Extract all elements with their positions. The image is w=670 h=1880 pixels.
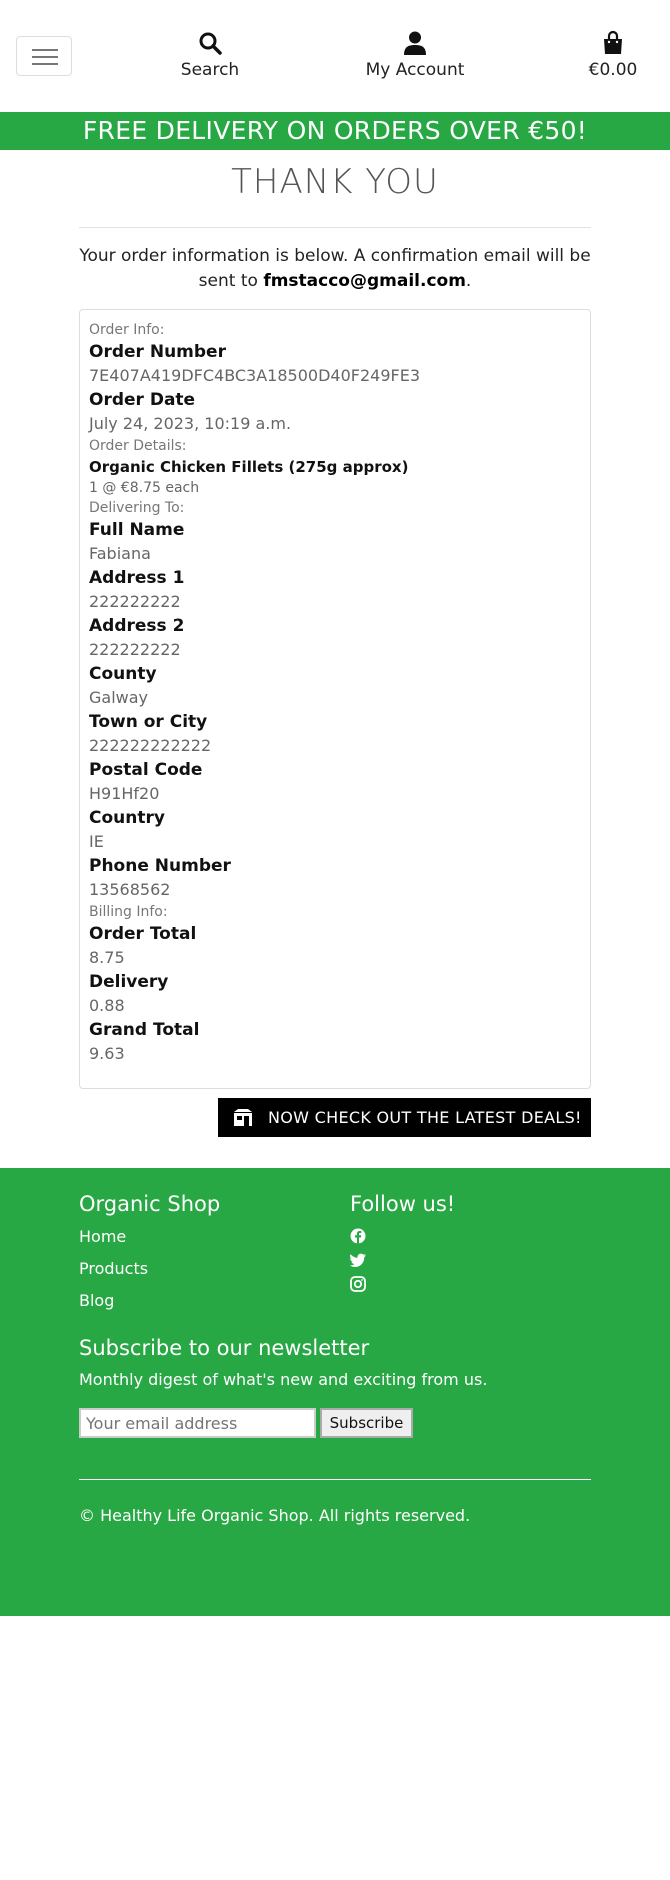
footer-brand: Organic Shop — [79, 1192, 221, 1216]
cart-link[interactable]: €0.00 — [580, 30, 646, 80]
follow-us-title: Follow us! — [350, 1192, 456, 1216]
phone-value: 13568562 — [89, 880, 171, 899]
delivery-label: Delivery — [89, 972, 169, 992]
hamburger-icon — [32, 49, 58, 51]
billing-info-heading: Billing Info: — [89, 904, 168, 920]
shop-icon — [234, 1109, 252, 1126]
county-label: County — [89, 664, 157, 684]
grand-total-value: 9.63 — [89, 1044, 125, 1063]
shopping-bag-icon — [604, 30, 622, 54]
country-label: Country — [89, 808, 165, 828]
footer-link-home[interactable]: Home — [79, 1227, 126, 1246]
search-icon — [199, 32, 222, 55]
page-title: THANK YOU — [231, 162, 439, 202]
full-name-value: Fabiana — [89, 544, 151, 563]
newsletter-description: Monthly digest of what's new and excitin… — [79, 1370, 488, 1389]
order-date-value: July 24, 2023, 10:19 a.m. — [89, 414, 292, 433]
subscribe-button[interactable]: Subscribe — [320, 1408, 413, 1438]
phone-label: Phone Number — [89, 856, 231, 876]
cart-total: €0.00 — [588, 60, 638, 80]
town-value: 222222222222 — [89, 736, 212, 755]
town-label: Town or City — [89, 712, 208, 732]
address2-label: Address 2 — [89, 616, 185, 636]
full-name-label: Full Name — [89, 520, 185, 540]
order-total-value: 8.75 — [89, 948, 125, 967]
search-label: Search — [180, 60, 240, 80]
delivering-to-heading: Delivering To: — [89, 500, 185, 516]
footer-link-products[interactable]: Products — [79, 1259, 148, 1278]
free-delivery-banner: FREE DELIVERY ON ORDERS OVER €50! — [0, 112, 670, 150]
county-value: Galway — [89, 688, 149, 707]
search-link[interactable]: Search — [170, 30, 250, 80]
order-date-label: Order Date — [89, 390, 196, 410]
country-value: IE — [89, 832, 104, 851]
postal-code-value: H91Hf20 — [89, 784, 160, 803]
address1-label: Address 1 — [89, 568, 185, 588]
order-info-heading: Order Info: — [89, 322, 165, 338]
newsletter-title: Subscribe to our newsletter — [79, 1336, 370, 1360]
order-number-value: 7E407A419DFC4BC3A18500D40F249FE3 — [89, 366, 420, 385]
order-number-label: Order Number — [89, 342, 226, 362]
latest-deals-button[interactable]: NOW CHECK OUT THE LATEST DEALS! — [218, 1098, 591, 1137]
order-item-quantity: 1 @ €8.75 each — [89, 480, 200, 496]
user-icon — [404, 31, 426, 55]
instagram-icon[interactable] — [350, 1276, 366, 1292]
my-account-label: My Account — [365, 60, 465, 80]
footer-divider — [79, 1479, 591, 1480]
copyright-text: © Healthy Life Organic Shop. All rights … — [79, 1506, 471, 1525]
my-account-link[interactable]: My Account — [355, 30, 475, 80]
postal-code-label: Postal Code — [89, 760, 203, 780]
customer-email: fmstacco@gmail.com — [263, 271, 466, 291]
order-details-heading: Order Details: — [89, 438, 187, 454]
order-summary-card: Order Info: Order Number 7E407A419DFC4BC… — [79, 309, 591, 1089]
grand-total-label: Grand Total — [89, 1020, 200, 1040]
site-footer: Organic Shop Home Products Blog Follow u… — [0, 1168, 670, 1616]
site-header: Search My Account €0.00 — [0, 0, 670, 112]
footer-link-blog[interactable]: Blog — [79, 1291, 114, 1310]
delivery-value: 0.88 — [89, 996, 125, 1015]
twitter-icon[interactable] — [350, 1252, 366, 1268]
menu-toggle-button[interactable] — [16, 36, 72, 76]
order-item-name: Organic Chicken Fillets (275g approx) — [89, 458, 409, 476]
order-total-label: Order Total — [89, 924, 197, 944]
address2-value: 222222222 — [89, 640, 181, 659]
title-divider — [79, 227, 591, 228]
newsletter-email-input[interactable] — [79, 1408, 316, 1438]
confirmation-message: Your order information is below. A confi… — [79, 246, 591, 291]
facebook-icon[interactable] — [350, 1228, 366, 1244]
latest-deals-label: NOW CHECK OUT THE LATEST DEALS! — [268, 1108, 582, 1127]
address1-value: 222222222 — [89, 592, 181, 611]
